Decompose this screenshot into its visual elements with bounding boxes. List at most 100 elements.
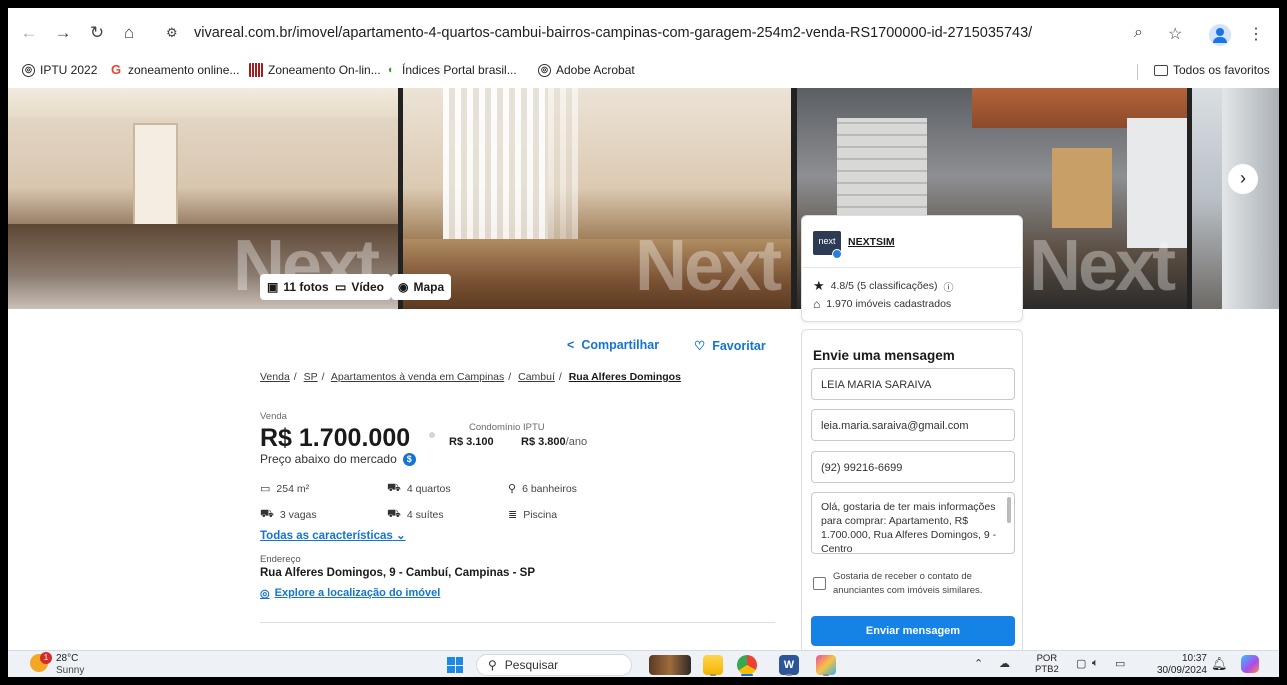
home-icon[interactable]: ⌂ — [118, 22, 140, 44]
bookmark-label: Zoneamento On-lin... — [268, 63, 381, 77]
bookmarks-bar: ◎ IPTU 2022 G zoneamento online... Zonea… — [8, 58, 1279, 84]
all-favorites[interactable]: Todos os favoritos — [1154, 63, 1270, 77]
photos-label: 11 fotos — [283, 280, 329, 294]
chevron-up-icon[interactable]: ⌃ — [974, 657, 983, 670]
info-icon[interactable]: ⓘ — [943, 279, 953, 294]
agency-name[interactable]: NEXTSIM — [848, 236, 895, 248]
language-indicator[interactable]: POR PTB2 — [1035, 653, 1059, 675]
dollar-icon[interactable]: $ — [402, 452, 416, 466]
next-photo-button[interactable]: › — [1228, 164, 1258, 194]
condo-label: Condomínio — [469, 422, 521, 433]
form-title: Envie uma mensagem — [813, 348, 955, 363]
all-features-link[interactable]: Todas as características ⌄ — [260, 528, 406, 542]
breadcrumb: Venda / SP / Apartamentos à venda em Campi… — [260, 371, 681, 383]
portal-icon: ◖ — [386, 64, 394, 76]
explore-label: Explore a localização do imóvel — [274, 587, 441, 599]
widget-app-icon[interactable] — [649, 655, 691, 675]
bookmark-item[interactable]: ◎ Adobe Acrobat — [538, 63, 635, 77]
listings-count: 1.970 imóveis cadastrados — [826, 298, 952, 310]
bookmark-star-icon[interactable]: ☆ — [1168, 24, 1182, 44]
photos-button[interactable]: ▣ 11 fotos — [260, 274, 336, 300]
agency-rating: ★ 4.8/5 (5 classificações) ⓘ — [813, 278, 953, 294]
notification-bell-icon[interactable]: 🔔︎ — [1211, 656, 1228, 672]
forward-icon[interactable]: → — [52, 22, 74, 44]
chevron-right-icon: › — [1240, 168, 1246, 188]
address-bar[interactable]: ⚙ vivareal.com.br/imovel/apartamento-4-q… — [156, 16, 1269, 52]
gallery-photo[interactable] — [1192, 88, 1279, 309]
divider — [802, 267, 1022, 268]
site-settings-icon[interactable]: ⚙ — [166, 25, 178, 41]
breadcrumb-link[interactable]: Apartamentos à venda em Campinas — [331, 371, 504, 383]
email-field[interactable]: leia.maria.saraiva@gmail.com — [811, 409, 1015, 441]
name-field[interactable]: LEIA MARIA SARAIVA — [811, 368, 1015, 400]
time-text: 10:37 — [1181, 653, 1207, 664]
temperature[interactable]: 28°C — [56, 653, 78, 664]
checkbox-label: Gostaria de receber o contato de anuncia… — [833, 571, 983, 596]
globe-icon: ◎ — [22, 63, 35, 77]
video-button[interactable]: ▭ Vídeo — [328, 274, 392, 300]
zoom-icon[interactable]: ⌕ — [1134, 24, 1143, 42]
word-icon[interactable]: W — [779, 655, 799, 675]
back-icon[interactable]: ← — [18, 22, 40, 44]
send-message-button[interactable]: Enviar mensagem — [811, 616, 1015, 646]
chrome-icon[interactable] — [737, 655, 757, 675]
feature-label: 254 m² — [276, 482, 310, 495]
message-text: Olá, gostaria de ter mais informações pa… — [821, 501, 997, 554]
breadcrumb-current[interactable]: Rua Alferes Domingos — [569, 371, 681, 383]
display-icon[interactable]: ▢ — [1076, 657, 1086, 670]
share-button[interactable]: < Compartilhar — [567, 338, 659, 352]
snipping-tool-icon[interactable] — [816, 655, 836, 675]
bookmark-label: IPTU 2022 — [40, 63, 98, 77]
menu-icon[interactable]: ⋮ — [1248, 24, 1264, 44]
all-features-label: Todas as características — [260, 530, 393, 542]
watermark-text: Next — [1029, 226, 1176, 306]
bed-icon: ⛟ — [387, 508, 401, 520]
profile-avatar-icon[interactable] — [1209, 24, 1231, 46]
cloud-sync-icon[interactable]: ☁ — [999, 657, 1010, 670]
agency-listings: ⌂ 1.970 imóveis cadastrados — [813, 297, 951, 311]
address: Rua Alferes Domingos, 9 - Cambuí, Campin… — [260, 567, 535, 579]
bookmark-item[interactable]: ◖ Índices Portal brasil... — [383, 63, 517, 77]
weather-text[interactable]: Sunny — [56, 665, 84, 676]
map-button[interactable]: ◉ Mapa — [391, 274, 452, 300]
active-indicator — [741, 674, 753, 676]
phone-field[interactable]: (92) 99216-6699 — [811, 451, 1015, 483]
scrollbar[interactable] — [1007, 497, 1011, 523]
volume-icon[interactable]: 🔈︎ — [1092, 657, 1099, 670]
heart-icon: ♡ — [694, 339, 706, 353]
house-icon: ⌂ — [813, 297, 821, 311]
feature-suites: ⛟ 4 suítes — [387, 508, 444, 522]
listing-content: < Compartilhar ♡ Favoritar Venda / SP / Ap… — [8, 309, 1279, 650]
favorite-button[interactable]: ♡ Favoritar — [694, 338, 766, 354]
iptu-amount: R$ 3.800 — [521, 436, 566, 448]
area-icon: ▭ — [260, 483, 271, 495]
bookmark-item[interactable]: ◎ IPTU 2022 — [22, 63, 97, 77]
similar-contact-checkbox[interactable] — [813, 577, 826, 590]
car-icon: ⛟ — [260, 508, 274, 520]
file-explorer-icon[interactable] — [703, 655, 723, 675]
bookmark-item[interactable]: Zoneamento On-lin... — [249, 63, 381, 77]
gallery-photo[interactable]: Next — [403, 88, 791, 309]
bookmark-item[interactable]: G zoneamento online... — [109, 63, 239, 78]
date-text: 30/09/2024 — [1156, 665, 1207, 676]
feature-bedrooms: ⛟ 4 quartos — [387, 482, 451, 496]
message-field[interactable]: Olá, gostaria de ter mais informações pa… — [811, 492, 1015, 554]
breadcrumb-link[interactable]: Cambuí — [518, 371, 555, 383]
bed-icon: ⛟ — [387, 482, 401, 494]
address-label: Endereço — [260, 554, 301, 565]
photo-gallery[interactable]: Next Next Next ▣ 11 fotos ▭ Vídeo ◉ Mapa… — [8, 88, 1279, 309]
battery-icon[interactable]: ▭ — [1115, 657, 1125, 670]
copilot-icon[interactable] — [1241, 655, 1259, 673]
feature-label: 4 quartos — [406, 483, 451, 495]
feature-parking: ⛟ 3 vagas — [260, 508, 317, 522]
location-pin-icon: ◎ — [260, 588, 270, 600]
explore-location-link[interactable]: ◎ Explore a localização do imóvel — [260, 587, 440, 600]
taskbar-search[interactable]: ⚲ Pesquisar — [476, 654, 632, 676]
clock[interactable]: 10:37 30/09/2024 — [1149, 653, 1207, 677]
breadcrumb-link[interactable]: Venda — [260, 371, 290, 383]
price: R$ 1.700.000 — [260, 424, 411, 452]
url-text[interactable]: vivareal.com.br/imovel/apartamento-4-qua… — [194, 25, 1032, 41]
reload-icon[interactable]: ↻ — [86, 22, 108, 44]
windows-start-icon[interactable] — [447, 657, 463, 673]
breadcrumb-link[interactable]: SP — [304, 371, 318, 383]
